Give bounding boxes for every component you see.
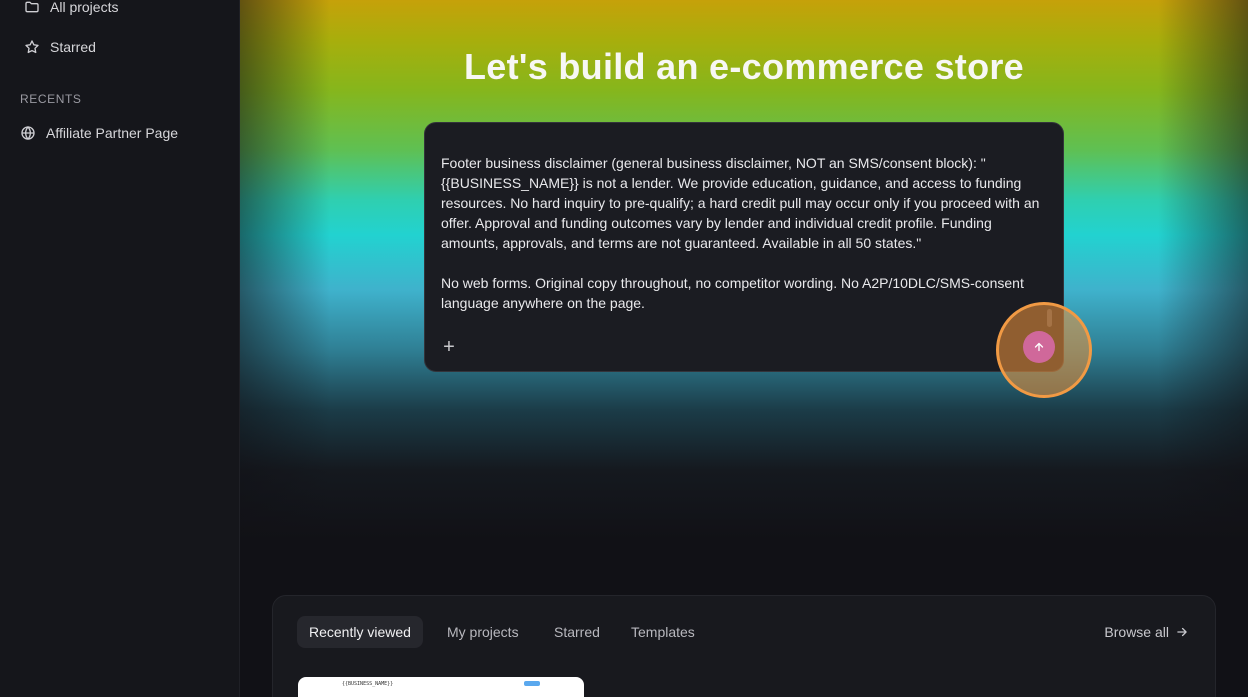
app: All projects Starred RECENTS Affiliate P…	[0, 0, 1248, 697]
project-thumbnail[interactable]: {{BUSINESS_NAME}}	[298, 677, 584, 697]
page-title: Let's build an e-commerce store	[463, 46, 1025, 87]
main-area: Let's build an e-commerce store Footer b…	[240, 0, 1248, 697]
prompt-input[interactable]: Footer business disclaimer (general busi…	[441, 153, 1041, 313]
browse-all-label: Browse all	[1104, 624, 1169, 640]
prompt-box[interactable]: Footer business disclaimer (general busi…	[424, 122, 1064, 372]
tab-recently-viewed[interactable]: Recently viewed	[297, 616, 423, 648]
sidebar-item-starred[interactable]: Starred	[24, 39, 96, 55]
recents-header: RECENTS	[20, 92, 82, 106]
arrow-up-icon	[1034, 342, 1044, 352]
recent-item-affiliate-partner-page[interactable]: Affiliate Partner Page	[20, 125, 178, 141]
sidebar: All projects Starred RECENTS Affiliate P…	[0, 0, 240, 697]
sidebar-item-label: All projects	[50, 0, 119, 15]
send-button[interactable]	[1023, 331, 1055, 363]
thumbnail-badge	[524, 681, 540, 686]
folder-icon	[25, 1, 39, 13]
tab-templates[interactable]: Templates	[619, 616, 707, 648]
thumbnail-text: {{BUSINESS_NAME}}	[342, 681, 394, 687]
add-attachment-button[interactable]: +	[441, 336, 457, 358]
sidebar-item-label: Starred	[50, 39, 96, 55]
plus-icon: +	[443, 336, 455, 358]
sidebar-item-all-projects[interactable]: All projects	[24, 0, 118, 15]
globe-icon	[21, 126, 35, 140]
arrow-right-icon	[1177, 627, 1187, 637]
projects-panel: Recently viewed My projects Starred Temp…	[272, 595, 1216, 697]
tab-starred[interactable]: Starred	[542, 616, 612, 648]
tab-my-projects[interactable]: My projects	[435, 616, 531, 648]
browse-all-link[interactable]: Browse all	[1104, 616, 1189, 648]
star-icon	[25, 40, 39, 54]
recent-item-label: Affiliate Partner Page	[46, 125, 179, 141]
